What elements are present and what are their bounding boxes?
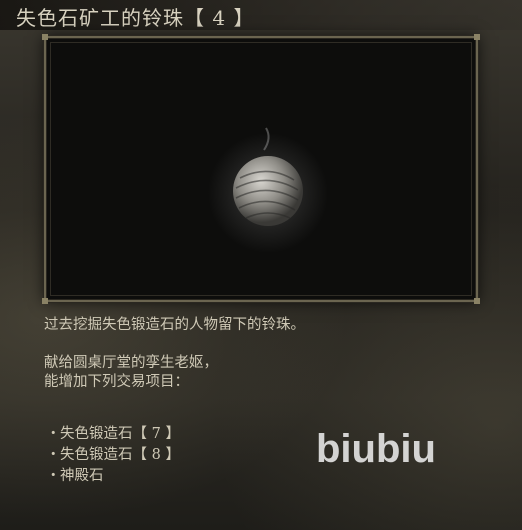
header-bar: 失色石矿工的铃珠【 4 】 [0,0,522,30]
item-title: 失色石矿工的铃珠【 4 】 [16,6,255,30]
description-spacer [44,335,484,354]
watermark-text: biubiu [316,427,436,471]
watermark-logo: biubiu [316,427,436,471]
trade-item-label: 失色锻造石【 7 】 [60,426,180,442]
bell-bearing-icon [208,127,328,253]
bullet: ・ [46,468,61,484]
trade-items-list: ・失色锻造石【 7 】 ・失色锻造石【 8 】 ・神殿石 [46,424,180,487]
item-description: 过去挖掘失色锻造石的人物留下的铃珠。 献给圆桌厅堂的孪生老妪， 能增加下列交易项… [44,316,484,392]
description-line: 过去挖掘失色锻造石的人物留下的铃珠。 [44,317,305,333]
description-line: 能增加下列交易项目： [44,374,189,390]
description-line: 献给圆桌厅堂的孪生老妪， [44,355,218,371]
trade-item-label: 失色锻造石【 8 】 [60,447,180,463]
trade-item-label: 神殿石 [60,468,104,484]
list-item: ・神殿石 [46,466,180,487]
list-item: ・失色锻造石【 7 】 [46,424,180,445]
list-item: ・失色锻造石【 8 】 [46,445,180,466]
bullet: ・ [46,426,61,442]
bullet: ・ [46,447,61,463]
item-image-frame [42,34,480,304]
